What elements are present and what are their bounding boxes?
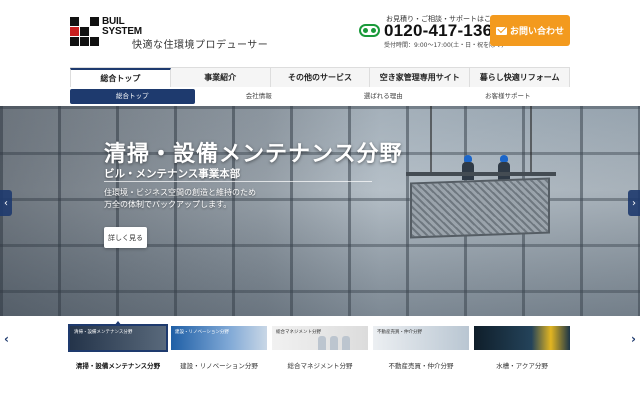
contact-button[interactable]: お問い合わせ — [490, 15, 570, 46]
nav-item-other-services[interactable]: その他のサービス — [270, 68, 371, 87]
sub-nav: 総合トップ 会社情報 選ばれる理由 お客様サポート — [70, 88, 570, 105]
page: BUIL SYSTEM 快適な住環境プロデューサー お見積り・ご相談・サポートは… — [0, 0, 640, 400]
thumbnail-strip: 清掃・設備メンテナンス分野 清掃・設備メンテナンス分野 建設・リノベーション分野… — [68, 321, 570, 370]
main-nav: 総合トップ 事業紹介 その他のサービス 空き家管理専用サイト 暮らし快適リフォー… — [70, 67, 570, 87]
hero-next-button[interactable]: › — [628, 190, 640, 216]
hero-subtitle: ビル・メンテナンス事業本部 — [104, 168, 241, 180]
tagline: 快適な住環境プロデューサー — [132, 40, 269, 51]
thumbnail-label: 水槽・アクア分野 — [496, 362, 548, 370]
mail-icon — [495, 26, 507, 35]
person-figure — [342, 336, 350, 350]
hero-prev-button[interactable]: ‹ — [0, 190, 12, 216]
subnav-item-top[interactable]: 総合トップ — [70, 89, 195, 104]
thumbnail-item[interactable]: 建設・リノベーション分野 建設・リノベーション分野 — [171, 326, 267, 370]
thumbnail-caption: 総合マネジメント分野 — [276, 330, 321, 335]
thumbnail-item[interactable]: 総合マネジメント分野 総合マネジメント分野 — [272, 326, 368, 370]
logo-wordmark: BUIL SYSTEM — [102, 17, 142, 37]
hero-description-line: 住環境・ビジネス空間の創造と維持のため — [104, 188, 256, 197]
chevron-right-icon: › — [632, 197, 636, 209]
thumbnail-label: 総合マネジメント分野 — [287, 362, 353, 370]
thumbnail-image — [474, 326, 570, 350]
gondola-cable — [530, 106, 532, 172]
thumbnail-image: 総合マネジメント分野 — [272, 326, 368, 350]
thumbnail-carousel: ‹ 清掃・設備メンテナンス分野 清掃・設備メンテナンス分野 建設・リノベーション… — [0, 316, 640, 400]
gondola-rail — [406, 172, 556, 176]
business-hours: 受付時間：9:00～17:00(土・日・祝を除く) — [384, 42, 504, 49]
gondola-cable — [430, 106, 432, 172]
thumbnail-item[interactable]: 水槽・アクア分野 — [474, 326, 570, 370]
thumbnail-label: 建設・リノベーション分野 — [180, 362, 258, 370]
person-figure — [330, 336, 338, 350]
thumbnail-label: 清掃・設備メンテナンス分野 — [75, 362, 161, 370]
subnav-item-company[interactable]: 会社情報 — [197, 89, 322, 104]
subnav-item-support[interactable]: お客様サポート — [446, 89, 571, 104]
thumbnail-image: 清掃・設備メンテナンス分野 — [68, 324, 168, 352]
subnav-item-reasons[interactable]: 選ばれる理由 — [321, 89, 446, 104]
hero-description: 住環境・ビジネス空間の創造と維持のため 万全の体制でバックアップします。 — [104, 187, 256, 211]
chevron-left-icon: ‹ — [4, 197, 8, 209]
hero-divider — [104, 181, 372, 182]
worker-figure — [462, 155, 474, 180]
hero-description-line: 万全の体制でバックアップします。 — [104, 200, 232, 209]
nav-item-reform[interactable]: 暮らし快適リフォーム — [470, 68, 570, 87]
contact-button-label: お問い合わせ — [509, 27, 564, 37]
thumbnail-caption: 清掃・設備メンテナンス分野 — [74, 330, 133, 335]
thumbnail-image: 不動産売買・仲介分野 — [373, 326, 469, 350]
thumbnail-label: 不動産売買・仲介分野 — [388, 362, 454, 370]
nav-item-vacant-house[interactable]: 空き家管理専用サイト — [370, 68, 471, 87]
thumbnail-image: 建設・リノベーション分野 — [171, 326, 267, 350]
thumbnail-item[interactable]: 不動産売買・仲介分野 不動産売買・仲介分野 — [373, 326, 469, 370]
person-figure — [318, 336, 326, 350]
logo-mark-icon — [70, 17, 99, 46]
gondola-platform — [410, 177, 550, 239]
nav-item-business[interactable]: 事業紹介 — [170, 68, 271, 87]
thumb-next-icon[interactable]: › — [631, 332, 636, 346]
nav-item-top[interactable]: 総合トップ — [70, 68, 171, 87]
free-dial-icon — [359, 24, 380, 37]
hero-slider: 清掃・設備メンテナンス分野 ビル・メンテナンス事業本部 住環境・ビジネス空間の創… — [0, 106, 640, 316]
thumb-prev-icon[interactable]: ‹ — [4, 332, 9, 346]
phone-number[interactable]: 0120-417-136 — [384, 21, 492, 41]
site-header: BUIL SYSTEM 快適な住環境プロデューサー お見積り・ご相談・サポートは… — [0, 0, 640, 66]
thumbnail-caption: 建設・リノベーション分野 — [175, 330, 229, 335]
thumbnail-item[interactable]: 清掃・設備メンテナンス分野 清掃・設備メンテナンス分野 — [68, 321, 168, 370]
worker-figure — [498, 155, 510, 180]
hero-more-button[interactable]: 詳しく見る — [104, 227, 147, 248]
thumbnail-caption: 不動産売買・仲介分野 — [377, 330, 422, 335]
hero-title: 清掃・設備メンテナンス分野 — [104, 142, 403, 167]
